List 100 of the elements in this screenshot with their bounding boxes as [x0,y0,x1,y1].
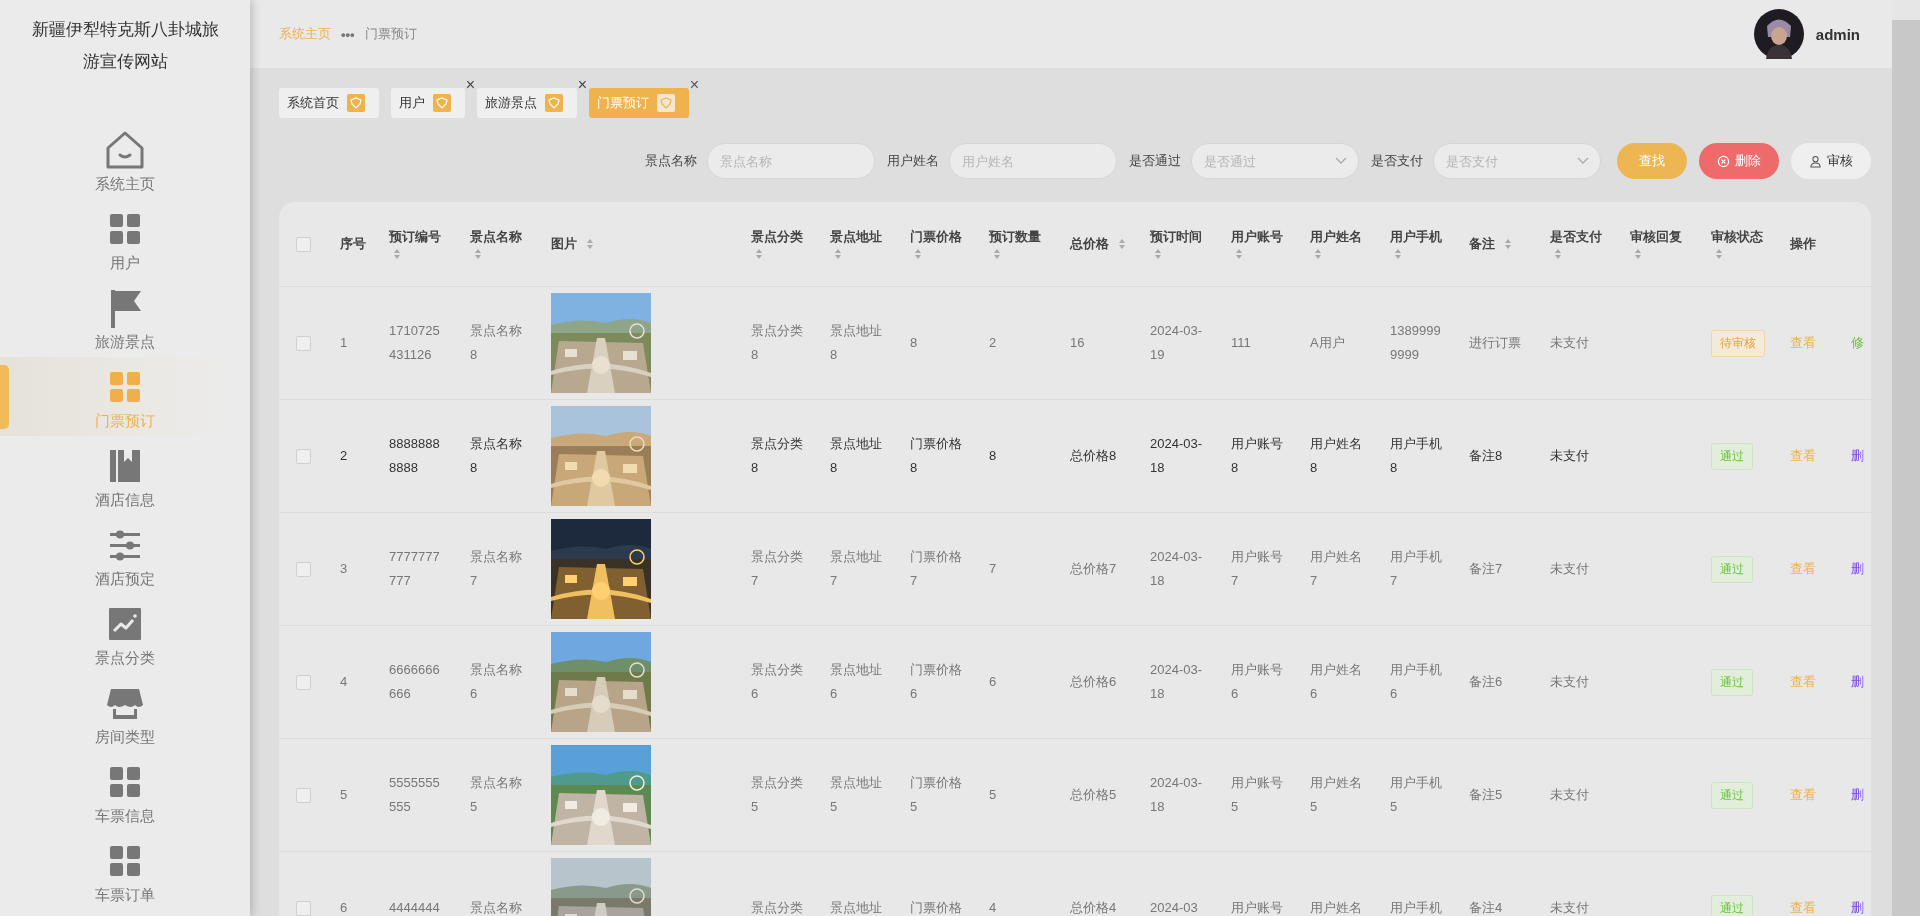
checkbox[interactable] [296,900,311,916]
table-cell-text: 4444444 [389,899,441,916]
sort-icon[interactable] [1504,238,1512,250]
menu-item[interactable]: 房间类型 [0,673,250,752]
checkbox[interactable] [296,236,311,252]
sort-icon[interactable] [755,248,763,260]
delete-link[interactable]: 删 [1851,560,1864,578]
table-cell-text: 用户手机7 [1390,548,1443,590]
status-tag: 通过 [1711,668,1753,696]
table-cell-text: 景点名称7 [470,548,523,590]
table-cell-text: 2024-03-18 [1150,548,1204,590]
column-header: 预订数量 [989,228,1041,246]
table-cell-text: 1 [340,334,348,352]
column-header: 审核回复 [1630,228,1682,246]
shield-icon [433,94,451,112]
table-cell-text: 1710725431126 [389,322,441,364]
sort-icon[interactable] [1554,248,1562,260]
review-button[interactable]: 审核 [1791,143,1871,179]
column-header: 序号 [340,235,366,253]
table-cell-text: 用户手机 [1390,899,1443,916]
table-cell-text: 用户姓名 [1310,899,1363,916]
table-cell-text: 景点地址8 [830,435,883,477]
table-cell-text: 景点地址8 [830,322,883,364]
table-cell-text: 景点地址 [830,899,883,916]
table-cell-text: 用户账号7 [1231,548,1284,590]
table-cell-text: 88888888888 [389,435,441,477]
shield-icon [657,94,675,112]
shield-icon [347,94,365,112]
filter-label: 景点名称 [645,152,697,170]
delete-link[interactable]: 删 [1851,673,1864,691]
sort-icon[interactable] [1235,248,1243,260]
table-cell-text: A用户 [1310,334,1346,352]
user-name[interactable]: admin [1815,25,1860,43]
sort-icon[interactable] [993,248,1001,260]
tab[interactable]: 系统首页 [279,88,379,118]
menu-item[interactable]: 用户 [0,199,250,278]
table-cell-text: 备注6 [1469,673,1504,691]
sort-icon[interactable] [1715,248,1723,260]
table-cell-text: 用户手机5 [1390,774,1443,816]
menu-item[interactable]: 酒店信息 [0,436,250,515]
sort-icon[interactable] [834,248,842,260]
delete-button[interactable]: 删除 [1699,143,1779,179]
table-cell-text: 4 [989,899,998,916]
table-cell-text: 总价格5 [1070,786,1118,804]
delete-link[interactable]: 删 [1851,447,1864,465]
menu-item[interactable]: 景点分类 [0,594,250,673]
table-cell-text: 7 [989,560,998,578]
avatar[interactable] [1753,9,1804,59]
table-cell-text: 景点地址7 [830,548,883,590]
checkbox[interactable] [296,674,311,690]
close-icon[interactable]: × [577,77,587,93]
table-cell-text: 景点地址6 [830,661,883,703]
checkbox[interactable] [296,448,311,464]
sort-icon[interactable] [1394,248,1402,260]
table-cell-text: 2024-03-18 [1150,435,1204,477]
delete-link[interactable]: 删 [1851,899,1864,916]
table-cell-text: 5 [340,786,348,804]
menu-item[interactable]: 酒店预定 [0,515,250,594]
table-cell-text: 总价格4 [1070,899,1118,916]
sort-icon[interactable] [1314,248,1322,260]
checkbox[interactable] [296,335,311,351]
menu-item[interactable]: 车票订单 [0,831,250,910]
caret-icon [1577,157,1589,165]
sort-icon[interactable] [1634,248,1642,260]
table-cell-text: 门票价格 [910,899,963,916]
table-cell-text: 未支付 [1550,899,1590,916]
table-cell-text: 总价格8 [1070,447,1118,465]
sort-icon[interactable] [474,248,482,260]
table-cell-text: 6 [340,899,348,916]
menu-item[interactable]: 旅游景点 [0,278,250,357]
delete-link[interactable]: 删 [1851,786,1864,804]
table-cell-text: 8 [910,334,919,352]
scrollbar[interactable] [1892,0,1920,916]
column-header: 操作 [1790,235,1816,253]
table-cell-text: 进行订票 [1469,334,1522,352]
table-cell-text: 未支付 [1550,560,1590,578]
sort-icon[interactable] [914,248,922,260]
sort-icon[interactable] [1154,248,1162,260]
sort-icon[interactable] [586,238,594,250]
column-header: 景点地址 [830,228,882,246]
close-icon[interactable]: × [465,77,475,93]
column-header: 门票价格 [910,228,962,246]
sort-icon[interactable] [1118,238,1126,250]
table-cell-text: 景点名称8 [470,435,523,477]
close-icon[interactable]: × [689,77,699,93]
user-icon [1809,154,1822,168]
table-cell-text: 景点名称8 [470,322,523,364]
table-cell-text: 门票价格8 [910,435,963,477]
close-circle-icon [1717,154,1730,168]
table-cell-text: 用户姓名6 [1310,661,1363,703]
table-cell-text: 3 [340,560,348,578]
checkbox[interactable] [296,561,311,577]
checkbox[interactable] [296,787,311,803]
status-tag: 通过 [1711,781,1753,809]
menu-item[interactable]: 车票信息 [0,752,250,831]
table-cell-text: 景点分类8 [751,435,804,477]
sort-icon[interactable] [393,248,401,260]
table-cell-text: 备注5 [1469,786,1504,804]
shield-icon [545,94,563,112]
menu-item[interactable]: 系统主页 [0,120,250,199]
